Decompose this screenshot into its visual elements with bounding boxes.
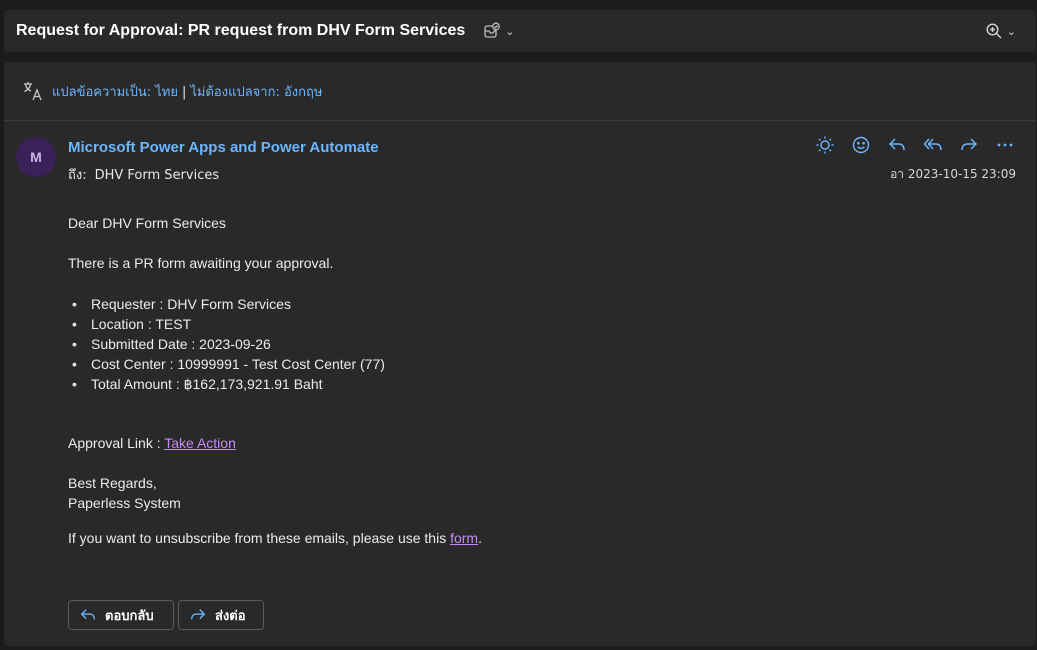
translate-separator: | — [181, 84, 187, 100]
approval-line: Approval Link : Take Action — [68, 435, 236, 451]
translation-bar: แปลข้อความเป็น: ไทย | ไม่ต้องแปลจาก: อังกฤ… — [4, 62, 1036, 121]
sender-avatar[interactable]: M — [16, 137, 56, 177]
recipient-line: ถึง: DHV Form Services — [68, 164, 219, 185]
approval-label: Approval Link : — [68, 435, 165, 451]
unsubscribe-line: If you want to unsubscribe from these em… — [68, 530, 482, 546]
dont-translate-link[interactable]: ไม่ต้องแปลจาก: อังกฤษ — [190, 85, 322, 100]
detail-cost-center: Cost Center : 10999991 - Test Cost Cente… — [91, 356, 385, 372]
email-greeting: Dear DHV Form Services — [68, 215, 226, 231]
list-item: • Total Amount : ฿162,173,921.91 Baht — [72, 374, 385, 394]
chevron-down-icon: ⌄ — [505, 25, 515, 38]
list-item: • Cost Center : 10999991 - Test Cost Cent… — [72, 354, 385, 374]
bullet: • — [72, 356, 77, 372]
zoom-menu[interactable]: ⌄ — [985, 10, 1016, 52]
to-label: ถึง: — [68, 168, 87, 183]
list-item: • Location : TEST — [72, 314, 385, 334]
sent-datetime: อา 2023-10-15 23:09 — [890, 167, 1016, 181]
unsubscribe-end: . — [478, 530, 482, 546]
email-subject: Request for Approval: PR request from DH… — [16, 22, 466, 39]
quick-steps-menu[interactable]: ⌄ — [483, 22, 515, 40]
sender-name[interactable]: Microsoft Power Apps and Power Automate — [68, 139, 379, 156]
unsubscribe-text: If you want to unsubscribe from these em… — [68, 530, 451, 546]
bullet: • — [72, 336, 77, 352]
request-details-list: • Requester : DHV Form Services • Location… — [72, 294, 385, 394]
email-intro: There is a PR form awaiting your approva… — [68, 255, 334, 271]
regards-line-1: Best Regards, — [68, 475, 157, 491]
regards-line-2: Paperless System — [68, 495, 181, 511]
list-item: • Requester : DHV Form Services — [72, 294, 385, 314]
forward-icon[interactable] — [956, 132, 982, 158]
emoji-reaction-icon[interactable] — [848, 132, 874, 158]
quick-steps-icon — [483, 22, 501, 40]
recipient-name[interactable]: DHV Form Services — [95, 168, 220, 183]
more-options-icon[interactable] — [992, 132, 1018, 158]
message-actions — [812, 132, 1018, 158]
brightness-icon[interactable] — [812, 132, 838, 158]
zoom-icon — [985, 22, 1003, 40]
take-action-link[interactable]: Take Action — [164, 435, 236, 451]
detail-submitted-date: Submitted Date : 2023-09-26 — [91, 336, 271, 352]
reply-button-label: ตอบกลับ — [105, 608, 154, 624]
list-item: • Submitted Date : 2023-09-26 — [72, 334, 385, 354]
bullet: • — [72, 316, 77, 332]
detail-requester: Requester : DHV Form Services — [91, 296, 291, 312]
bullet: • — [72, 376, 77, 392]
forward-button-label: ส่งต่อ — [215, 608, 246, 624]
subject-bar: Request for Approval: PR request from DH… — [4, 10, 1036, 52]
translate-icon — [22, 80, 44, 102]
forward-button[interactable]: ส่งต่อ — [178, 600, 264, 630]
detail-location: Location : TEST — [91, 316, 192, 332]
reply-button[interactable]: ตอบกลับ — [68, 600, 174, 630]
reply-all-icon[interactable] — [920, 132, 946, 158]
reply-icon[interactable] — [884, 132, 910, 158]
detail-total-amount: Total Amount : ฿162,173,921.91 Baht — [91, 376, 323, 392]
forward-icon — [191, 609, 206, 620]
reading-pane: แปลข้อความเป็น: ไทย | ไม่ต้องแปลจาก: อังกฤ… — [4, 62, 1036, 646]
reply-icon — [80, 609, 95, 620]
unsubscribe-form-link[interactable]: form — [450, 530, 478, 546]
bullet: • — [72, 296, 77, 312]
translate-to-link[interactable]: แปลข้อความเป็น: ไทย — [52, 85, 178, 100]
chevron-down-icon: ⌄ — [1006, 25, 1016, 38]
